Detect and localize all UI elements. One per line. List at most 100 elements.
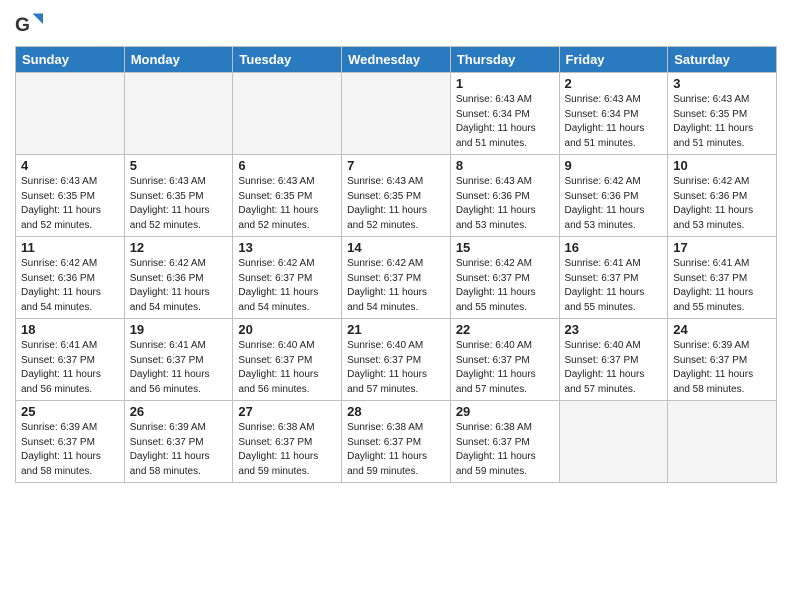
calendar-day-cell bbox=[124, 73, 233, 155]
calendar-day-header: Friday bbox=[559, 47, 668, 73]
calendar-day-header: Wednesday bbox=[342, 47, 451, 73]
day-number: 10 bbox=[673, 158, 771, 173]
calendar-day-cell: 9 Sunrise: 6:42 AMSunset: 6:36 PMDaylight… bbox=[559, 155, 668, 237]
day-info: Sunrise: 6:41 AMSunset: 6:37 PMDaylight:… bbox=[130, 339, 228, 397]
calendar-week-row: 25 Sunrise: 6:39 AMSunset: 6:37 PMDayligh… bbox=[16, 401, 777, 483]
calendar-table: SundayMondayTuesdayWednesdayThursdayFrid… bbox=[15, 46, 777, 483]
calendar-day-cell: 24 Sunrise: 6:39 AMSunset: 6:37 PMDayligh… bbox=[668, 319, 777, 401]
calendar-week-row: 11 Sunrise: 6:42 AMSunset: 6:36 PMDayligh… bbox=[16, 237, 777, 319]
day-number: 9 bbox=[565, 158, 663, 173]
day-number: 6 bbox=[238, 158, 336, 173]
calendar-day-cell: 10 Sunrise: 6:42 AMSunset: 6:36 PMDayligh… bbox=[668, 155, 777, 237]
day-number: 7 bbox=[347, 158, 445, 173]
day-info: Sunrise: 6:41 AMSunset: 6:37 PMDaylight:… bbox=[673, 257, 771, 315]
day-number: 17 bbox=[673, 240, 771, 255]
day-info: Sunrise: 6:42 AMSunset: 6:37 PMDaylight:… bbox=[456, 257, 554, 315]
day-number: 12 bbox=[130, 240, 228, 255]
calendar-day-cell: 17 Sunrise: 6:41 AMSunset: 6:37 PMDayligh… bbox=[668, 237, 777, 319]
day-info: Sunrise: 6:39 AMSunset: 6:37 PMDaylight:… bbox=[130, 421, 228, 479]
calendar-day-cell: 16 Sunrise: 6:41 AMSunset: 6:37 PMDayligh… bbox=[559, 237, 668, 319]
calendar-day-header: Saturday bbox=[668, 47, 777, 73]
calendar-day-cell: 27Sunrise: 6:38 AMSunset: 6:37 PMDayligh… bbox=[233, 401, 342, 483]
calendar-day-cell: 8 Sunrise: 6:43 AMSunset: 6:36 PMDaylight… bbox=[450, 155, 559, 237]
day-info: Sunrise: 6:42 AMSunset: 6:36 PMDaylight:… bbox=[565, 175, 663, 233]
day-number: 14 bbox=[347, 240, 445, 255]
day-number: 22 bbox=[456, 322, 554, 337]
day-info: Sunrise: 6:38 AMSunset: 6:37 PMDaylight:… bbox=[238, 421, 336, 479]
calendar-day-cell: 26Sunrise: 6:39 AMSunset: 6:37 PMDayligh… bbox=[124, 401, 233, 483]
calendar-day-cell: 11 Sunrise: 6:42 AMSunset: 6:36 PMDayligh… bbox=[16, 237, 125, 319]
calendar-day-cell: 15 Sunrise: 6:42 AMSunset: 6:37 PMDayligh… bbox=[450, 237, 559, 319]
day-info: Sunrise: 6:43 AMSunset: 6:35 PMDaylight:… bbox=[21, 175, 119, 233]
calendar-day-cell: 18 Sunrise: 6:41 AMSunset: 6:37 PMDayligh… bbox=[16, 319, 125, 401]
page-header: G bbox=[15, 10, 777, 38]
day-number: 23 bbox=[565, 322, 663, 337]
calendar-day-cell bbox=[16, 73, 125, 155]
day-info: Sunrise: 6:40 AMSunset: 6:37 PMDaylight:… bbox=[347, 339, 445, 397]
day-info: Sunrise: 6:40 AMSunset: 6:37 PMDaylight:… bbox=[456, 339, 554, 397]
calendar-day-cell: 20Sunrise: 6:40 AMSunset: 6:37 PMDayligh… bbox=[233, 319, 342, 401]
day-info: Sunrise: 6:43 AMSunset: 6:35 PMDaylight:… bbox=[238, 175, 336, 233]
calendar-day-cell: 12Sunrise: 6:42 AMSunset: 6:36 PMDayligh… bbox=[124, 237, 233, 319]
calendar-day-header: Thursday bbox=[450, 47, 559, 73]
logo: G bbox=[15, 10, 47, 38]
day-info: Sunrise: 6:40 AMSunset: 6:37 PMDaylight:… bbox=[238, 339, 336, 397]
calendar-day-cell: 23 Sunrise: 6:40 AMSunset: 6:37 PMDayligh… bbox=[559, 319, 668, 401]
day-number: 16 bbox=[565, 240, 663, 255]
calendar-day-cell: 3 Sunrise: 6:43 AMSunset: 6:35 PMDaylight… bbox=[668, 73, 777, 155]
day-info: Sunrise: 6:40 AMSunset: 6:37 PMDaylight:… bbox=[565, 339, 663, 397]
day-number: 15 bbox=[456, 240, 554, 255]
day-number: 1 bbox=[456, 76, 554, 91]
day-number: 8 bbox=[456, 158, 554, 173]
calendar-day-cell: 6 Sunrise: 6:43 AMSunset: 6:35 PMDaylight… bbox=[233, 155, 342, 237]
calendar-day-cell: 25 Sunrise: 6:39 AMSunset: 6:37 PMDayligh… bbox=[16, 401, 125, 483]
calendar-day-cell: 21 Sunrise: 6:40 AMSunset: 6:37 PMDayligh… bbox=[342, 319, 451, 401]
calendar-day-cell bbox=[668, 401, 777, 483]
day-number: 24 bbox=[673, 322, 771, 337]
day-number: 25 bbox=[21, 404, 119, 419]
day-info: Sunrise: 6:41 AMSunset: 6:37 PMDaylight:… bbox=[21, 339, 119, 397]
day-number: 28 bbox=[347, 404, 445, 419]
calendar-day-cell bbox=[559, 401, 668, 483]
day-info: Sunrise: 6:43 AMSunset: 6:35 PMDaylight:… bbox=[347, 175, 445, 233]
logo-icon: G bbox=[15, 10, 43, 38]
calendar-day-cell: 14 Sunrise: 6:42 AMSunset: 6:37 PMDayligh… bbox=[342, 237, 451, 319]
day-number: 5 bbox=[130, 158, 228, 173]
calendar-week-row: 4 Sunrise: 6:43 AMSunset: 6:35 PMDaylight… bbox=[16, 155, 777, 237]
day-number: 18 bbox=[21, 322, 119, 337]
day-number: 2 bbox=[565, 76, 663, 91]
calendar-day-cell: 13 Sunrise: 6:42 AMSunset: 6:37 PMDayligh… bbox=[233, 237, 342, 319]
day-number: 4 bbox=[21, 158, 119, 173]
day-info: Sunrise: 6:42 AMSunset: 6:37 PMDaylight:… bbox=[238, 257, 336, 315]
calendar-day-cell: 28 Sunrise: 6:38 AMSunset: 6:37 PMDayligh… bbox=[342, 401, 451, 483]
calendar-day-cell: 1Sunrise: 6:43 AMSunset: 6:34 PMDaylight… bbox=[450, 73, 559, 155]
calendar-day-cell: 7 Sunrise: 6:43 AMSunset: 6:35 PMDaylight… bbox=[342, 155, 451, 237]
day-info: Sunrise: 6:39 AMSunset: 6:37 PMDaylight:… bbox=[21, 421, 119, 479]
day-info: Sunrise: 6:39 AMSunset: 6:37 PMDaylight:… bbox=[673, 339, 771, 397]
calendar-day-header: Sunday bbox=[16, 47, 125, 73]
day-info: Sunrise: 6:38 AMSunset: 6:37 PMDaylight:… bbox=[347, 421, 445, 479]
day-info: Sunrise: 6:42 AMSunset: 6:36 PMDaylight:… bbox=[673, 175, 771, 233]
calendar-header-row: SundayMondayTuesdayWednesdayThursdayFrid… bbox=[16, 47, 777, 73]
day-number: 3 bbox=[673, 76, 771, 91]
day-number: 13 bbox=[238, 240, 336, 255]
day-info: Sunrise: 6:42 AMSunset: 6:36 PMDaylight:… bbox=[21, 257, 119, 315]
calendar-day-cell: 29Sunrise: 6:38 AMSunset: 6:37 PMDayligh… bbox=[450, 401, 559, 483]
day-info: Sunrise: 6:42 AMSunset: 6:37 PMDaylight:… bbox=[347, 257, 445, 315]
calendar-day-cell: 19 Sunrise: 6:41 AMSunset: 6:37 PMDayligh… bbox=[124, 319, 233, 401]
calendar-day-cell bbox=[342, 73, 451, 155]
day-number: 29 bbox=[456, 404, 554, 419]
calendar-day-cell bbox=[233, 73, 342, 155]
calendar-day-cell: 5 Sunrise: 6:43 AMSunset: 6:35 PMDaylight… bbox=[124, 155, 233, 237]
day-info: Sunrise: 6:43 AMSunset: 6:36 PMDaylight:… bbox=[456, 175, 554, 233]
day-number: 11 bbox=[21, 240, 119, 255]
day-number: 19 bbox=[130, 322, 228, 337]
day-info: Sunrise: 6:43 AMSunset: 6:35 PMDaylight:… bbox=[130, 175, 228, 233]
calendar-day-cell: 2Sunrise: 6:43 AMSunset: 6:34 PMDaylight… bbox=[559, 73, 668, 155]
day-info: Sunrise: 6:43 AMSunset: 6:35 PMDaylight:… bbox=[673, 93, 771, 151]
calendar-day-header: Monday bbox=[124, 47, 233, 73]
calendar-day-cell: 22 Sunrise: 6:40 AMSunset: 6:37 PMDayligh… bbox=[450, 319, 559, 401]
day-number: 21 bbox=[347, 322, 445, 337]
day-info: Sunrise: 6:41 AMSunset: 6:37 PMDaylight:… bbox=[565, 257, 663, 315]
calendar-day-cell: 4 Sunrise: 6:43 AMSunset: 6:35 PMDaylight… bbox=[16, 155, 125, 237]
